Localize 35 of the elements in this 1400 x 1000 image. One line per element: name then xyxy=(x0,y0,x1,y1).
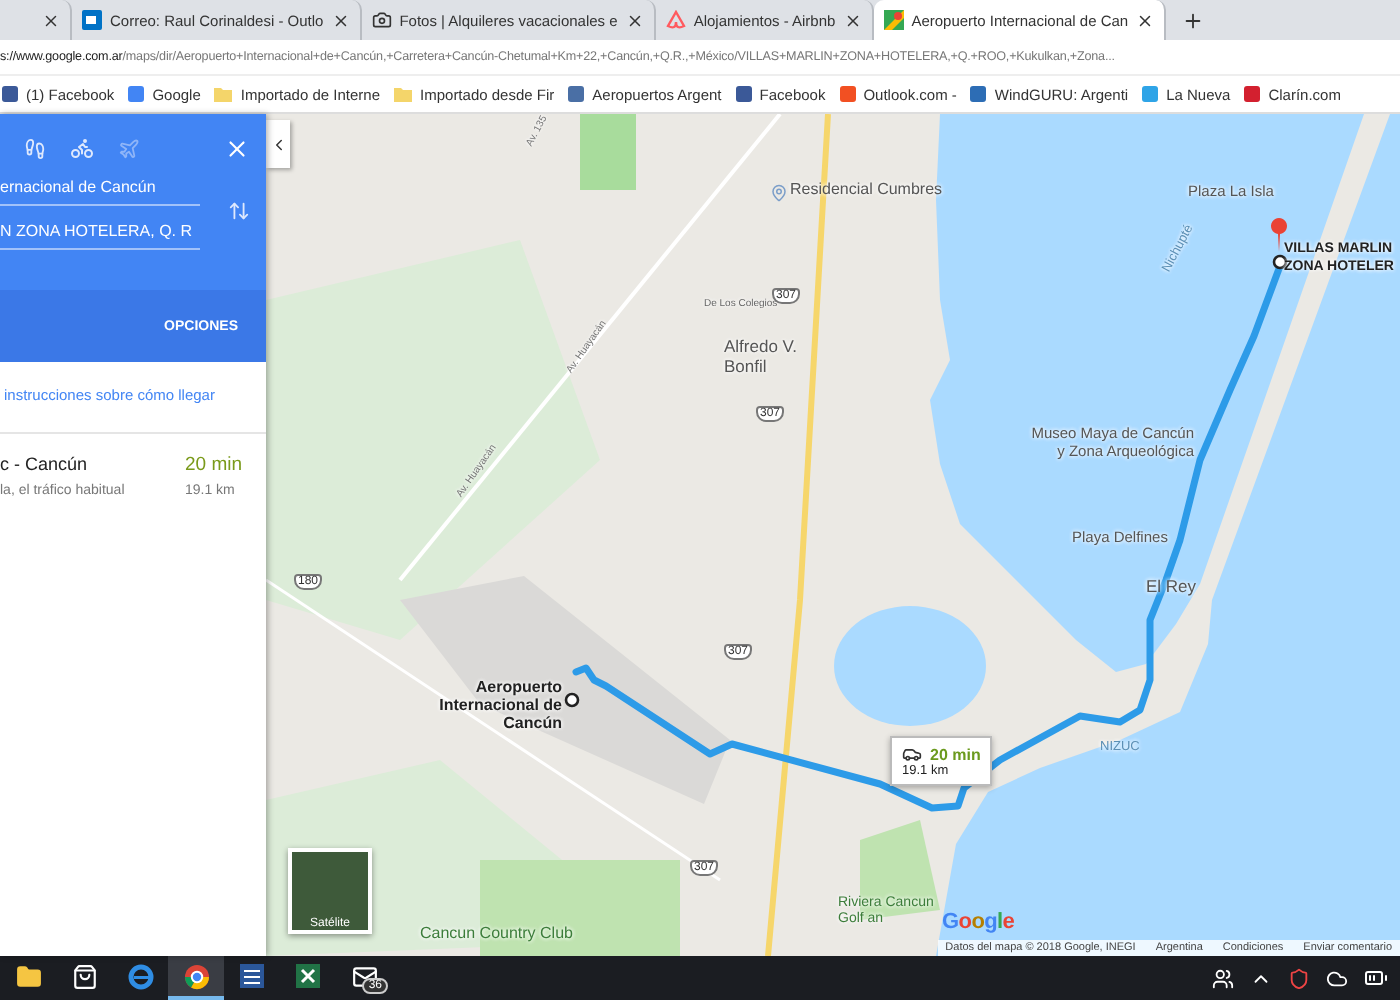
bicycle-icon[interactable] xyxy=(70,136,94,160)
close-icon[interactable] xyxy=(42,11,60,29)
car-icon xyxy=(902,744,922,764)
route-duration: 20 min xyxy=(184,454,242,476)
popup-duration: 20 min xyxy=(930,745,981,763)
close-icon[interactable] xyxy=(1136,11,1155,29)
map-logo: Google xyxy=(942,910,1015,934)
document-app-icon xyxy=(240,964,264,988)
outline-loop-icon xyxy=(665,10,686,30)
taskbar-app[interactable] xyxy=(168,956,224,1000)
map-label: Alfredo V. Bonfil xyxy=(724,338,800,378)
close-icon[interactable] xyxy=(331,11,350,29)
map-icon xyxy=(883,10,904,30)
destination-field[interactable]: N ZONA HOTELERA, Q. R xyxy=(0,214,200,250)
camera-icon xyxy=(371,10,392,30)
walk-icon[interactable] xyxy=(24,137,46,159)
map-label: Aeropuerto Internacional de Cancún xyxy=(437,678,562,734)
map-label: El Rey xyxy=(1146,578,1197,598)
close-icon[interactable] xyxy=(625,11,644,29)
map-label: Cancun Country Club xyxy=(420,924,573,943)
pin-icon xyxy=(770,184,788,202)
route-name: c - Cancún xyxy=(0,454,90,476)
shield-icon[interactable] xyxy=(1288,967,1310,989)
battery-icon[interactable] xyxy=(1364,966,1388,990)
spreadsheet-app-icon xyxy=(296,964,320,988)
people-icon[interactable] xyxy=(1212,967,1234,989)
swirl-icon xyxy=(127,963,153,989)
browser-logo-icon xyxy=(183,963,209,989)
swap-arrows-icon[interactable] xyxy=(228,199,250,221)
close-icon[interactable] xyxy=(843,11,862,29)
shopping-bag-icon xyxy=(71,963,97,989)
origin-field[interactable]: ernacional de Cancún xyxy=(0,170,200,206)
folder-icon xyxy=(15,963,41,989)
mail-icon xyxy=(82,10,102,30)
cloud-icon[interactable] xyxy=(1326,967,1348,989)
